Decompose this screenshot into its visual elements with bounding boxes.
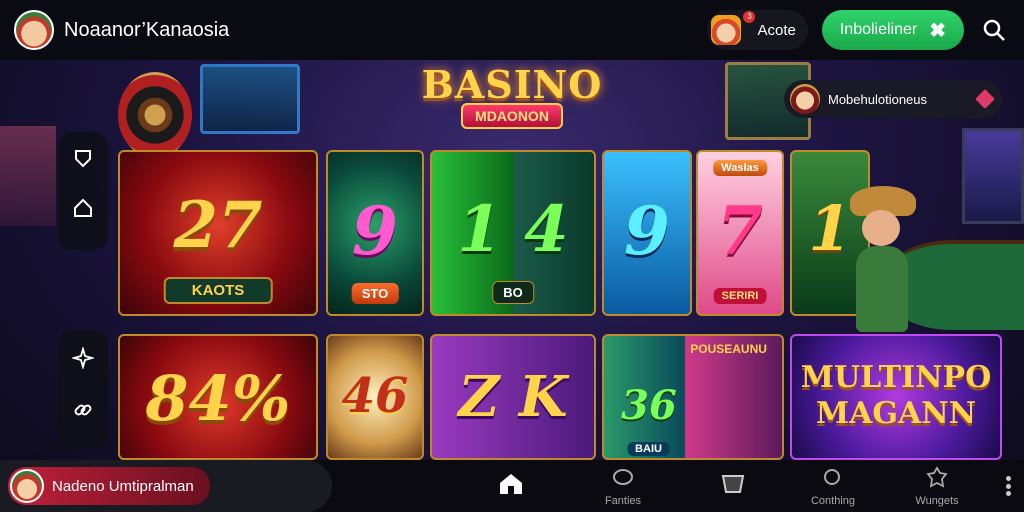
game-tile-3[interactable]: 1 4 BO [430,150,596,316]
side-toolbar-top [58,132,108,250]
game-tag: BO [492,281,534,304]
game-number: 36 [621,382,677,429]
nav-wungets[interactable]: Wungets [902,460,972,512]
game-tile-8[interactable]: 46 [326,334,424,460]
game-number: 46 [341,368,409,424]
profile-avatar[interactable] [14,10,54,50]
game-number: 1 4 [457,192,569,267]
background-screen-left [0,126,56,226]
casino-logo: BASINO MDAONON [420,62,604,138]
game-number: Z K [458,364,568,430]
user-chip-inner: Nadeno Umtipralman [8,467,210,505]
notification-chip[interactable]: 3 Acote [707,10,808,50]
heart-icon[interactable] [975,89,995,109]
nav-label: Wungets [915,495,959,507]
nav-label: Fanties [604,495,642,507]
casino-app: Noaanor’Kanaosia 3 Acote Inbolieliner ✖ … [0,0,1024,512]
game-top-tag: POUSEAUNU [690,342,767,356]
game-tag: STO [351,283,399,304]
game-title-line2: MAGANN [815,396,977,431]
nav-label: Conthing [810,495,856,507]
shield-icon[interactable] [71,146,95,170]
badge-icon [924,465,950,491]
user-name: Nadeno Umtipralman [52,477,194,495]
bottom-nav-bar: Nadeno Umtipralman Fanties Conthing Wung… [0,460,1024,512]
nav-home[interactable] [476,460,546,512]
side-toolbar-bottom [58,330,108,448]
game-tag: KAOTS [163,277,273,304]
promo-label: Mobehulotioneus [828,91,928,107]
game-title-line1: MULTINPO [800,360,992,395]
link-icon[interactable] [71,398,95,422]
chat-icon [610,465,636,491]
nav-cup[interactable] [698,460,768,512]
nav-fanties[interactable]: Fanties [588,460,658,512]
notification-avatar: 3 [711,11,756,45]
primary-cta-button[interactable]: Inbolieliner ✖ [821,10,964,50]
logo-title: BASINO [421,62,603,107]
game-number: 7 [717,192,763,270]
game-tile-7[interactable]: 84% [118,334,318,460]
game-tile-5[interactable]: Waslas 7 SERIRI [696,150,784,316]
game-tile-10[interactable]: POUSEAUNU 36 BAIU [602,334,784,460]
background-monitor-left [200,64,300,134]
notification-label: Acote [757,21,796,39]
search-icon[interactable] [978,14,1010,46]
promo-pill[interactable]: Mobehulotioneus [784,80,1002,118]
game-top-tag: Waslas [713,160,767,176]
notification-badge: 3 [743,11,756,23]
home-icon [498,471,524,497]
app-title: Noaanor’Kanaosia [64,18,230,41]
roulette-wheel [118,72,192,158]
logo-ribbon: MDAONON [461,103,563,129]
house-icon[interactable] [71,196,95,220]
game-tile-4[interactable]: 9 [602,150,692,316]
sparkle-icon[interactable] [71,346,95,370]
game-tag: BAIU [627,442,670,456]
nav-conthing[interactable]: Conthing [798,460,868,512]
cowgirl-mascot [826,186,936,332]
game-tile-9[interactable]: Z K [430,334,596,460]
background-screen-right [962,128,1024,224]
more-icon[interactable] [1006,476,1012,496]
game-number: 27 [173,188,263,263]
game-tag: SERIRI [713,288,767,304]
game-number: 84% [145,362,291,435]
cta-label: Inbolieliner [839,21,918,38]
user-avatar [10,469,44,503]
game-number: 9 [624,192,670,270]
search-icon [820,465,846,491]
top-bar: Noaanor’Kanaosia 3 Acote Inbolieliner ✖ [0,0,1024,60]
game-tile-11[interactable]: MULTINPO MAGANN [790,334,1002,460]
top-actions: 3 Acote Inbolieliner ✖ [707,10,1010,50]
promo-avatar [790,84,820,114]
cup-icon [720,471,746,497]
close-icon: ✖ [929,19,946,42]
user-chip[interactable]: Nadeno Umtipralman [0,460,332,512]
game-tile-1[interactable]: 27 KAOTS [118,150,318,316]
game-number: 9 [352,192,398,270]
game-tile-2[interactable]: 9 STO [326,150,424,316]
